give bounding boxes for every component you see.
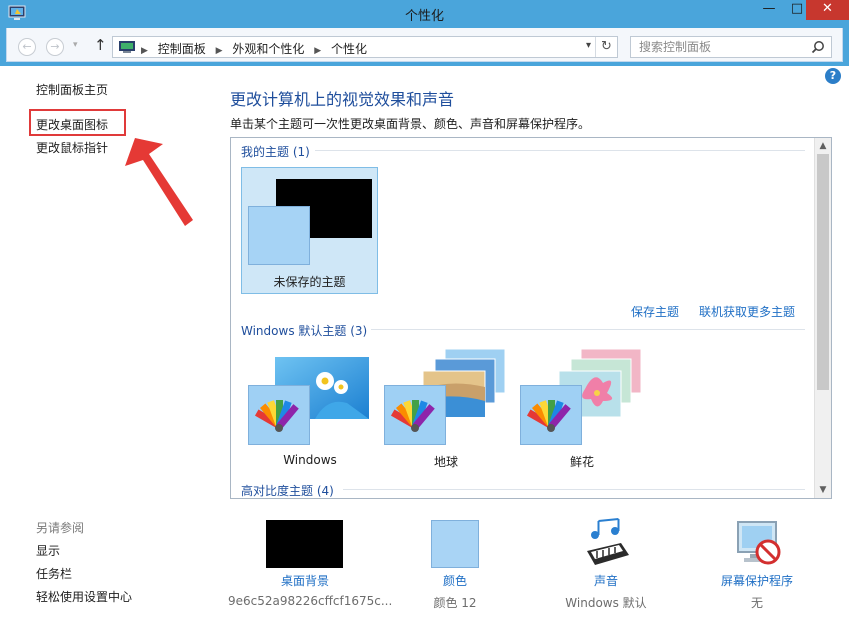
high-contrast-group-label: 高对比度主题 (4)	[241, 484, 334, 498]
breadcrumb-control-panel[interactable]: 控制面板	[158, 42, 206, 56]
group-divider	[371, 329, 805, 330]
control-panel-icon	[119, 41, 135, 53]
see-also-display-link[interactable]: 显示	[36, 542, 60, 559]
theme-list-scrollbar[interactable]: ▲ ▼	[814, 138, 831, 498]
color-palette-icon	[248, 385, 310, 445]
screensaver-setting[interactable]: 屏幕保护程序 无	[680, 515, 834, 615]
color-palette-icon	[520, 385, 582, 445]
scroll-up-button[interactable]: ▲	[815, 138, 831, 154]
color-label[interactable]: 颜色	[378, 572, 532, 589]
windows-theme-tile[interactable]: Windows	[245, 355, 375, 472]
breadcrumb-appearance[interactable]: 外观和个性化	[232, 42, 304, 56]
change-desktop-icons-link[interactable]: 更改桌面图标	[36, 116, 108, 133]
see-also-title: 另请参阅	[36, 521, 85, 535]
breadcrumb-separator-chevron-icon[interactable]: ▶	[216, 46, 223, 56]
search-box[interactable]	[630, 36, 832, 58]
theme-preview-window	[248, 206, 310, 265]
scroll-thumb[interactable]	[817, 154, 829, 390]
theme-list: 我的主题 (1) 未保存的主题 保存主题 联机获取更多主题 Windows 默认…	[230, 137, 832, 499]
breadcrumb: ▶ 控制面板 ▶ 外观和个性化 ▶ 个性化	[141, 40, 367, 57]
up-button[interactable]: ↑	[94, 36, 107, 54]
unsaved-theme-label: 未保存的主题	[273, 275, 346, 289]
forward-button[interactable]: →	[46, 38, 64, 56]
window-title: 个性化	[404, 9, 444, 24]
sound-icon	[587, 518, 629, 565]
see-also-ease-of-access-link[interactable]: 轻松使用设置中心	[36, 588, 132, 605]
address-history-chevron-down-icon[interactable]: ▾	[586, 40, 591, 51]
desktop-background-label[interactable]: 桌面背景	[228, 572, 382, 589]
color-palette-icon	[384, 385, 446, 445]
sound-setting[interactable]: 声音 Windows 默认	[529, 515, 683, 615]
navigation-bar: ← → ▾ ↑ ▶ 控制面板 ▶ 外观和个性化 ▶ 个性化 ▾ ↻	[0, 28, 849, 66]
color-swatch	[431, 520, 479, 568]
page-title: 更改计算机上的视觉效果和声音	[230, 90, 455, 109]
default-themes-group-label: Windows 默认主题 (3)	[241, 324, 368, 338]
help-icon[interactable]: ?	[825, 68, 841, 84]
change-mouse-pointers-link[interactable]: 更改鼠标指针	[36, 139, 108, 156]
group-divider	[315, 150, 805, 151]
search-input[interactable]	[631, 37, 801, 57]
desktop-background-setting[interactable]: 桌面背景 9e6c52a98226cffcf1675c...	[228, 515, 393, 615]
get-more-themes-link[interactable]: 联机获取更多主题	[699, 303, 795, 320]
screensaver-label[interactable]: 屏幕保护程序	[680, 572, 834, 589]
my-themes-group-label: 我的主题 (1)	[241, 145, 310, 159]
save-theme-link[interactable]: 保存主题	[631, 303, 679, 320]
close-button[interactable]: ✕	[806, 0, 849, 20]
breadcrumb-personalization[interactable]: 个性化	[331, 42, 367, 56]
page-subtitle: 单击某个主题可一次性更改桌面背景、颜色、声音和屏幕保护程序。	[230, 117, 591, 131]
earth-theme-tile[interactable]: 地球	[381, 349, 511, 472]
screensaver-icon	[737, 521, 781, 565]
back-button[interactable]: ←	[18, 38, 36, 56]
red-arrow-annotation	[125, 138, 193, 226]
address-bar[interactable]: ▶ 控制面板 ▶ 外观和个性化 ▶ 个性化 ▾ ↻	[112, 36, 618, 58]
flowers-theme-tile[interactable]: 鲜花	[517, 349, 647, 472]
earth-theme-label: 地球	[433, 455, 458, 469]
scroll-down-button[interactable]: ▼	[815, 482, 831, 498]
title-bar: 个性化 — □ ✕	[0, 0, 849, 28]
color-value: 颜色 12	[433, 596, 477, 610]
recent-locations-chevron-down-icon[interactable]: ▾	[73, 40, 78, 50]
see-also-taskbar-link[interactable]: 任务栏	[36, 565, 72, 582]
minimize-button[interactable]: —	[755, 0, 783, 20]
desktop-background-value: 9e6c52a98226cffcf1675c...	[228, 594, 393, 608]
breadcrumb-separator-chevron-icon: ▶	[141, 46, 148, 56]
unsaved-theme-tile[interactable]: 未保存的主题	[241, 167, 378, 294]
sound-label[interactable]: 声音	[529, 572, 683, 589]
desktop-background-swatch	[266, 520, 343, 568]
screensaver-value: 无	[750, 596, 763, 610]
control-panel-home-link[interactable]: 控制面板主页	[36, 81, 108, 98]
color-setting[interactable]: 颜色 颜色 12	[378, 515, 532, 615]
breadcrumb-separator-chevron-icon[interactable]: ▶	[314, 46, 321, 56]
group-divider	[343, 489, 805, 490]
flowers-theme-label: 鲜花	[569, 455, 594, 469]
refresh-button[interactable]: ↻	[595, 37, 617, 57]
sound-value: Windows 默认	[565, 596, 647, 610]
windows-theme-label: Windows	[283, 453, 337, 467]
search-icon[interactable]	[811, 40, 825, 54]
